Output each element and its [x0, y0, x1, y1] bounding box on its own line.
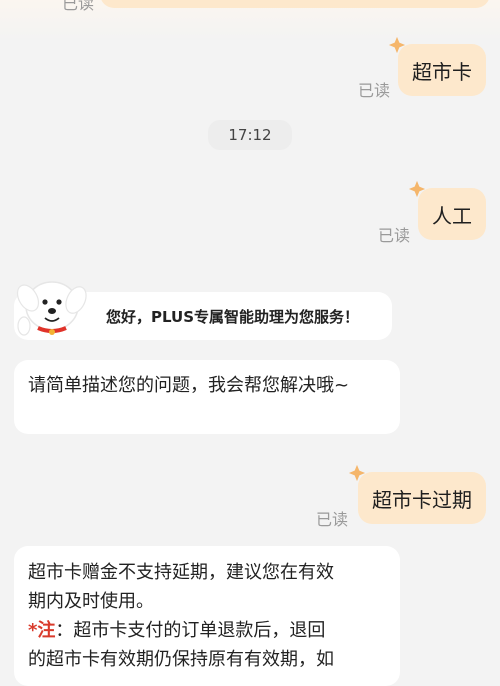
user-message-text: 人工: [432, 203, 472, 228]
reply-line: 期内及时使用。: [28, 591, 154, 612]
user-message-text: 超市卡过期: [372, 487, 472, 512]
cut-off-user-bubble: [100, 0, 490, 8]
assistant-message-text: 请简单描述您的问题，我会帮您解决哦~: [28, 375, 350, 396]
timestamp-text: 17:12: [228, 126, 272, 144]
timestamp-pill: 17:12: [208, 120, 292, 150]
user-message-text: 超市卡: [412, 59, 472, 84]
read-status: 已读: [316, 510, 349, 529]
star-icon: [348, 464, 366, 482]
reply-note-line: *注：超市卡支付的订单退款后，退回: [28, 616, 398, 645]
assistant-reply-text: 超市卡赠金不支持延期，建议您在有效 期内及时使用。 *注：超市卡支付的订单退款后…: [28, 558, 398, 674]
star-icon: [408, 180, 426, 198]
reply-line: ：超市卡支付的订单退款后，退回: [55, 620, 326, 641]
reply-line: 的超市卡有效期仍保持原有有效期，如: [28, 649, 334, 670]
read-status: 已读: [358, 81, 391, 100]
star-icon: [388, 36, 406, 54]
jd-dog-mascot-icon: [16, 281, 87, 336]
reply-line: 超市卡赠金不支持延期，建议您在有效: [28, 562, 334, 583]
read-status: 已读: [378, 226, 411, 245]
user-message-bubble[interactable]: 人工: [418, 188, 486, 240]
welcome-text: 您好，PLUS专属智能助理为您服务！: [106, 307, 360, 326]
user-message-bubble[interactable]: 超市卡: [398, 44, 486, 96]
assistant-message-bubble[interactable]: 超市卡赠金不支持延期，建议您在有效 期内及时使用。 *注：超市卡支付的订单退款后…: [14, 546, 400, 686]
read-status-top: 已读: [62, 0, 95, 13]
assistant-message-bubble[interactable]: 请简单描述您的问题，我会帮您解决哦~: [14, 360, 400, 434]
user-message-bubble[interactable]: 超市卡过期: [358, 472, 486, 524]
note-label: *注: [28, 620, 56, 641]
